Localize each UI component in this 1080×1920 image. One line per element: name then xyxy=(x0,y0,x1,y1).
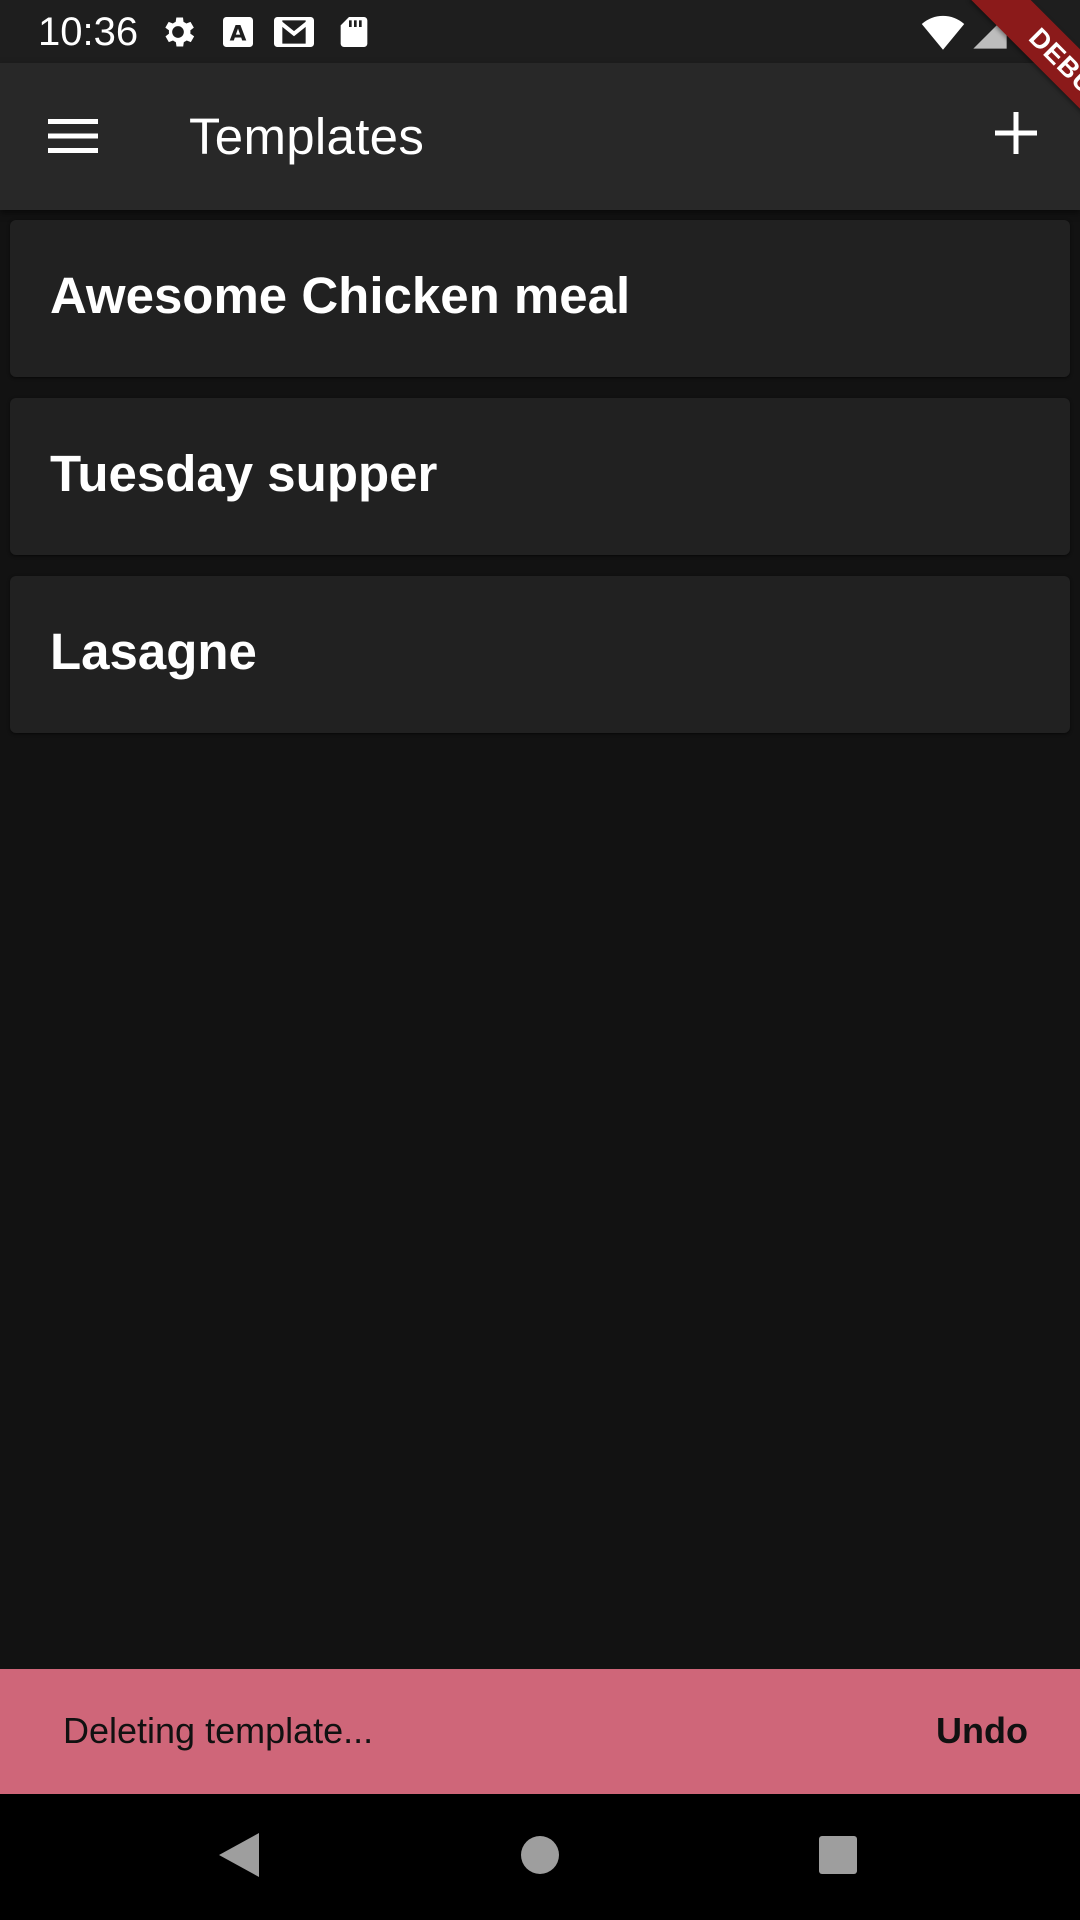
back-triangle-icon xyxy=(217,1831,261,1884)
template-card-title: Tuesday supper xyxy=(50,445,438,502)
sd-card-icon xyxy=(334,12,374,52)
template-card-title: Lasagne xyxy=(50,623,257,680)
snackbar: Deleting template... Undo xyxy=(0,1669,1080,1794)
home-circle-icon xyxy=(520,1835,560,1880)
hamburger-menu-icon xyxy=(48,117,98,160)
battery-icon xyxy=(1018,12,1046,52)
font-a-icon: A xyxy=(218,12,258,52)
page-title: Templates xyxy=(189,108,425,165)
template-card[interactable]: Awesome Chicken meal xyxy=(10,220,1070,377)
wifi-icon xyxy=(920,12,966,52)
gmail-icon xyxy=(272,12,316,52)
status-bar: 10:36 A xyxy=(0,0,1080,63)
gear-icon xyxy=(158,12,198,52)
svg-text:A: A xyxy=(230,21,247,46)
undo-button[interactable]: Undo xyxy=(924,1697,1040,1765)
templates-screen: 10:36 A Templates DEBUG Awesome Chicken … xyxy=(0,0,1080,1920)
system-nav-bar xyxy=(0,1794,1080,1920)
add-template-button[interactable] xyxy=(976,95,1056,175)
app-bar: Templates xyxy=(0,63,1080,210)
snackbar-message: Deleting template... xyxy=(63,1710,374,1751)
template-card[interactable]: Tuesday supper xyxy=(10,398,1070,555)
nav-back-button[interactable] xyxy=(204,1822,274,1892)
signal-icon xyxy=(970,12,1010,52)
status-time: 10:36 xyxy=(38,10,139,54)
template-card-title: Awesome Chicken meal xyxy=(50,267,631,324)
nav-home-button[interactable] xyxy=(505,1822,575,1892)
template-card[interactable]: Lasagne xyxy=(10,576,1070,733)
recents-square-icon xyxy=(818,1835,858,1880)
template-list: Awesome Chicken meal Tuesday supper Lasa… xyxy=(10,220,1070,754)
nav-recents-button[interactable] xyxy=(803,1822,873,1892)
plus-icon xyxy=(995,111,1037,159)
menu-button[interactable] xyxy=(30,98,116,178)
